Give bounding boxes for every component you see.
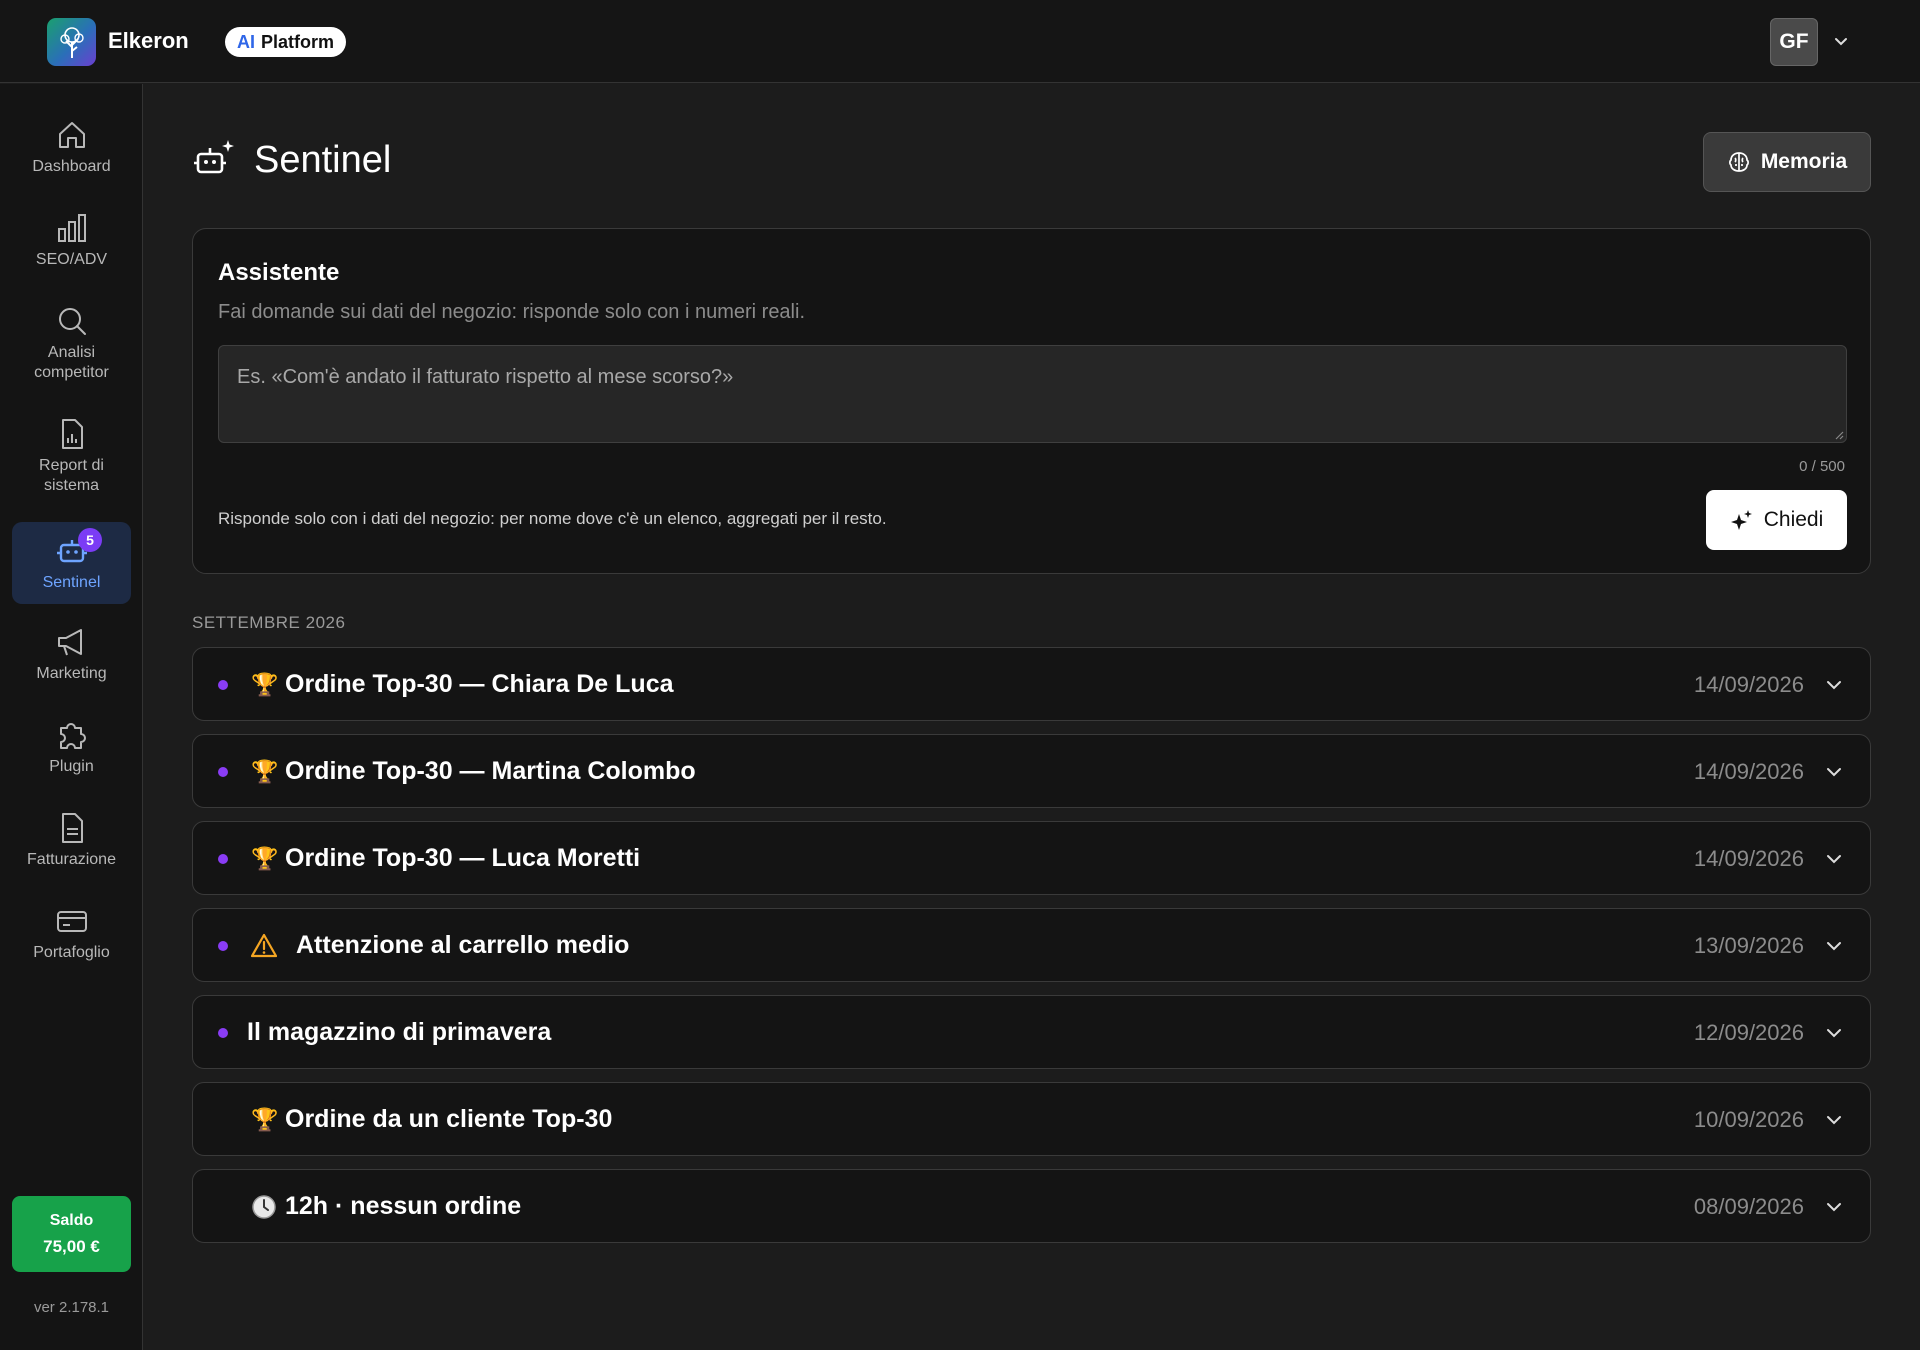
sidebar: Dashboard SEO/ADV Analisi competitor Rep… xyxy=(0,84,143,1350)
robot-sparkle-icon xyxy=(194,140,234,174)
chiedi-button[interactable]: Chiedi xyxy=(1706,490,1847,550)
clock-icon xyxy=(252,1195,276,1219)
platform-label: Platform xyxy=(261,31,335,52)
platform-badge: AI Platform xyxy=(225,27,347,57)
notification-title: 12h · nessun ordine xyxy=(285,1192,522,1220)
sidebar-item-label: Plugin xyxy=(49,758,94,775)
notification-title: Il magazzino di primavera xyxy=(247,1018,552,1046)
notification-item[interactable]: 🏆 Ordine Top-30 — Martina Colombo 14/09/… xyxy=(192,734,1871,808)
sidebar-item-sentinel[interactable]: 5 Sentinel xyxy=(12,522,131,604)
report-file-icon xyxy=(61,419,83,449)
sidebar-item-label: Portafoglio xyxy=(33,944,110,961)
sidebar-item-report-di-sistema[interactable]: Report di sistema xyxy=(12,417,131,507)
notification-title: Ordine Top-30 — Martina Colombo xyxy=(285,757,696,785)
notification-item[interactable]: Attenzione al carrello medio 13/09/2026 xyxy=(192,908,1871,982)
sparkles-icon xyxy=(1730,510,1752,530)
chevron-down-icon[interactable] xyxy=(1824,762,1844,782)
brain-icon xyxy=(1728,152,1749,172)
sidebar-item-analisi-competitor[interactable]: Analisi competitor xyxy=(12,304,131,394)
sidebar-item-dashboard[interactable]: Dashboard xyxy=(12,118,131,188)
sidebar-item-plugin[interactable]: Plugin xyxy=(12,718,131,788)
unread-dot xyxy=(218,1028,228,1038)
saldo-balance-button[interactable]: Saldo 75,00 € xyxy=(12,1196,131,1272)
user-avatar[interactable]: GF xyxy=(1770,18,1818,66)
bar-chart-icon xyxy=(57,214,86,242)
app-version: ver 2.178.1 xyxy=(33,1299,110,1316)
sidebar-item-fatturazione[interactable]: Fatturazione xyxy=(12,811,131,881)
sidebar-item-label: Analisi competitor xyxy=(34,344,109,381)
page-title: Sentinel xyxy=(254,138,392,181)
notification-date: 08/09/2026 xyxy=(1693,1194,1804,1219)
warning-icon xyxy=(251,933,277,958)
chevron-down-icon[interactable] xyxy=(1824,1110,1844,1130)
platform-ai-label: AI xyxy=(237,31,255,52)
trophy-icon: 🏆 xyxy=(251,759,279,784)
saldo-label: Saldo xyxy=(49,1212,94,1229)
unread-dot xyxy=(218,941,228,951)
notification-item[interactable]: 🏆 Ordine Top-30 — Chiara De Luca 14/09/2… xyxy=(192,647,1871,721)
tree-icon xyxy=(59,27,84,58)
notification-date: 14/09/2026 xyxy=(1693,846,1804,871)
megaphone-icon xyxy=(57,629,82,656)
notification-date: 12/09/2026 xyxy=(1693,1020,1804,1045)
chiedi-label: Chiedi xyxy=(1763,508,1824,531)
assistant-card: Assistente Fai domande sui dati del nego… xyxy=(192,228,1871,574)
sidebar-item-marketing[interactable]: Marketing xyxy=(12,625,131,695)
assistant-note: Risponde solo con i dati del negozio: pe… xyxy=(218,509,887,528)
month-section-label: SETTEMBRE 2026 xyxy=(192,613,346,632)
sidebar-item-label: Dashboard xyxy=(32,158,111,175)
trophy-icon: 🏆 xyxy=(251,846,279,871)
notification-item[interactable]: 🏆 Ordine da un cliente Top-30 10/09/2026 xyxy=(192,1082,1871,1156)
sidebar-item-label: Fatturazione xyxy=(27,851,116,868)
trophy-icon: 🏆 xyxy=(251,1107,279,1132)
sidebar-item-label: SEO/ADV xyxy=(35,251,108,268)
assistant-question-input[interactable] xyxy=(218,345,1847,443)
notification-date: 10/09/2026 xyxy=(1693,1107,1804,1132)
chevron-down-icon[interactable] xyxy=(1824,849,1844,869)
home-icon xyxy=(58,122,85,148)
assistant-subtitle: Fai domande sui dati del negozio: rispon… xyxy=(218,301,806,323)
sentinel-count-badge: 5 xyxy=(78,528,102,552)
puzzle-icon xyxy=(59,723,86,749)
invoice-icon xyxy=(61,813,83,843)
notification-date: 14/09/2026 xyxy=(1693,759,1804,784)
assistant-title: Assistente xyxy=(218,259,340,286)
notification-item[interactable]: Il magazzino di primavera 12/09/2026 xyxy=(192,995,1871,1069)
chevron-down-icon[interactable] xyxy=(1824,675,1844,695)
sidebar-item-seo-adv[interactable]: SEO/ADV xyxy=(12,211,131,281)
trophy-icon: 🏆 xyxy=(251,672,279,697)
resize-handle-icon[interactable] xyxy=(1834,430,1844,440)
unread-dot xyxy=(218,680,228,690)
unread-dot xyxy=(218,767,228,777)
notification-title: Ordine da un cliente Top-30 xyxy=(285,1105,613,1133)
chevron-down-icon[interactable] xyxy=(1824,936,1844,956)
notification-title: Attenzione al carrello medio xyxy=(296,931,630,959)
search-icon xyxy=(58,308,86,335)
sidebar-item-label: Report di sistema xyxy=(39,457,104,494)
sidebar-item-portafoglio[interactable]: Portafoglio xyxy=(12,904,131,974)
char-counter: 0 / 500 xyxy=(1799,458,1845,475)
notification-item[interactable]: 🏆 Ordine Top-30 — Luca Moretti 14/09/202… xyxy=(192,821,1871,895)
chevron-down-icon[interactable] xyxy=(1831,32,1851,52)
credit-card-icon xyxy=(56,911,87,932)
chevron-down-icon[interactable] xyxy=(1824,1197,1844,1217)
memoria-label: Memoria xyxy=(1760,150,1848,173)
brand-logo-icon[interactable] xyxy=(47,18,96,66)
sidebar-item-label: Sentinel xyxy=(42,574,101,591)
page-header: Sentinel xyxy=(192,138,391,182)
memoria-button[interactable]: Memoria xyxy=(1703,132,1871,192)
top-bar: Elkeron AI Platform GF xyxy=(0,0,1920,83)
brand-name: Elkeron xyxy=(108,28,189,53)
notification-item[interactable]: 12h · nessun ordine 08/09/2026 xyxy=(192,1169,1871,1243)
saldo-amount: 75,00 € xyxy=(43,1237,100,1256)
unread-dot xyxy=(218,854,228,864)
notification-date: 13/09/2026 xyxy=(1693,933,1804,958)
sidebar-item-label: Marketing xyxy=(36,665,107,682)
notification-title: Ordine Top-30 — Chiara De Luca xyxy=(285,670,674,698)
notification-date: 14/09/2026 xyxy=(1693,672,1804,697)
chevron-down-icon[interactable] xyxy=(1824,1023,1844,1043)
notification-title: Ordine Top-30 — Luca Moretti xyxy=(285,844,641,872)
